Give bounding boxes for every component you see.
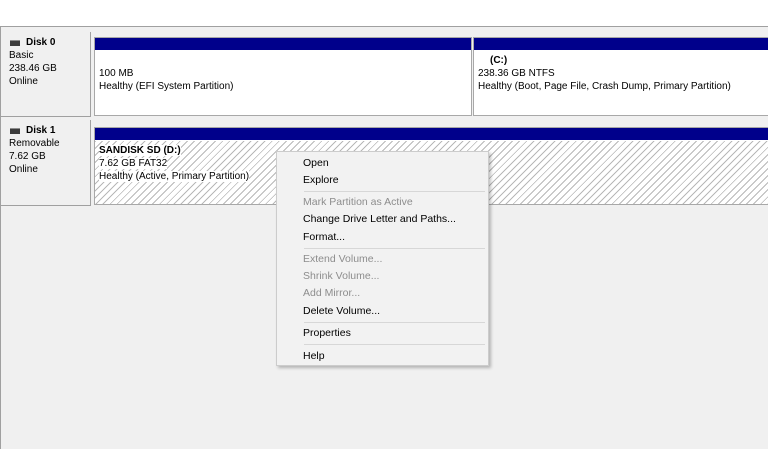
disk-1-title: Disk 1 xyxy=(9,124,90,137)
disk-drive-icon xyxy=(10,39,20,46)
partition-efi[interactable]: 100 MB Healthy (EFI System Partition) xyxy=(94,37,472,116)
menu-separator xyxy=(304,322,485,323)
partition-c[interactable]: (C:) 238.36 GB NTFS Healthy (Boot, Page … xyxy=(473,37,768,116)
partition-efi-status: Healthy (EFI System Partition) xyxy=(99,81,234,92)
top-pane xyxy=(0,0,768,27)
menu-separator xyxy=(304,344,485,345)
disk-1-type: Removable xyxy=(9,138,60,149)
disk-0-type: Basic xyxy=(9,50,34,61)
partition-efi-size: 100 MB xyxy=(99,68,134,79)
disk-row-0: Disk 0 Basic 238.46 GB Online 100 MB Hea… xyxy=(1,32,768,117)
partition-sandisk-size: 7.62 GB FAT32 xyxy=(99,158,168,169)
menu-item-delete-volume[interactable]: Delete Volume... xyxy=(277,303,488,319)
partition-efi-header xyxy=(95,38,471,51)
menu-item-add-mirror[interactable]: Add Mirror... xyxy=(277,285,488,301)
disk-drive-icon xyxy=(10,127,20,134)
disk-1-size: 7.62 GB xyxy=(9,151,46,162)
menu-separator xyxy=(304,248,485,249)
menu-separator xyxy=(304,191,485,192)
menu-item-mark-active[interactable]: Mark Partition as Active xyxy=(277,194,488,210)
menu-item-open[interactable]: Open xyxy=(277,155,488,171)
menu-item-help[interactable]: Help xyxy=(277,348,488,364)
menu-item-explore[interactable]: Explore xyxy=(277,172,488,188)
disk-0-size: 238.46 GB xyxy=(9,63,57,74)
disk-1-status: Online xyxy=(9,164,38,175)
disk-1-name: Disk 1 xyxy=(26,125,56,136)
disk-0-title: Disk 0 xyxy=(9,36,90,49)
partition-sandisk-title: SANDISK SD (D:) xyxy=(99,145,181,156)
disk-0-name: Disk 0 xyxy=(26,37,56,48)
menu-item-shrink-volume[interactable]: Shrink Volume... xyxy=(277,268,488,284)
disk-1-info[interactable]: Disk 1 Removable 7.62 GB Online xyxy=(1,120,91,206)
partition-c-status: Healthy (Boot, Page File, Crash Dump, Pr… xyxy=(478,81,731,92)
disk-0-status: Online xyxy=(9,76,38,87)
menu-item-extend-volume[interactable]: Extend Volume... xyxy=(277,251,488,267)
menu-item-properties[interactable]: Properties xyxy=(277,325,488,341)
partition-sandisk-header xyxy=(95,128,768,141)
partition-sandisk-status: Healthy (Active, Primary Partition) xyxy=(99,171,250,182)
disk-0-info[interactable]: Disk 0 Basic 238.46 GB Online xyxy=(1,32,91,117)
partition-c-title: (C:) xyxy=(490,55,508,66)
menu-item-format[interactable]: Format... xyxy=(277,229,488,245)
partition-c-size: 238.36 GB NTFS xyxy=(478,68,555,79)
context-menu: Open Explore Mark Partition as Active Ch… xyxy=(276,151,489,366)
menu-item-change-drive-letter[interactable]: Change Drive Letter and Paths... xyxy=(277,211,488,227)
partition-c-header xyxy=(474,38,768,51)
